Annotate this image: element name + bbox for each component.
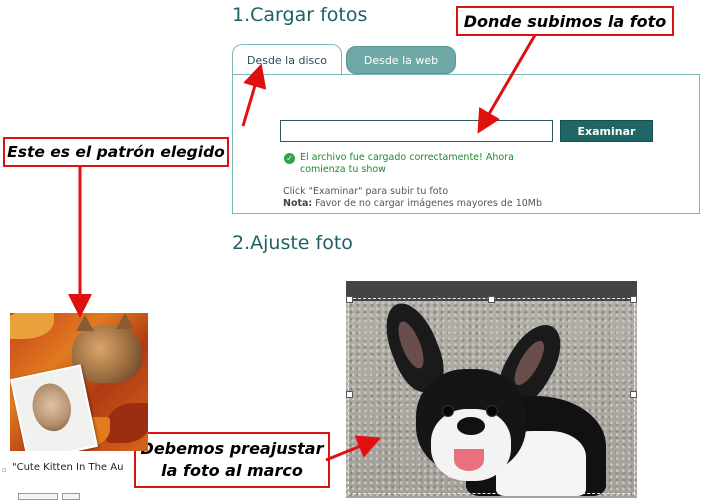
arrow-to-input	[477, 34, 537, 134]
annotation-arrows	[68, 34, 537, 462]
arrow-to-photo	[325, 435, 382, 462]
arrow-to-tab	[241, 63, 267, 127]
